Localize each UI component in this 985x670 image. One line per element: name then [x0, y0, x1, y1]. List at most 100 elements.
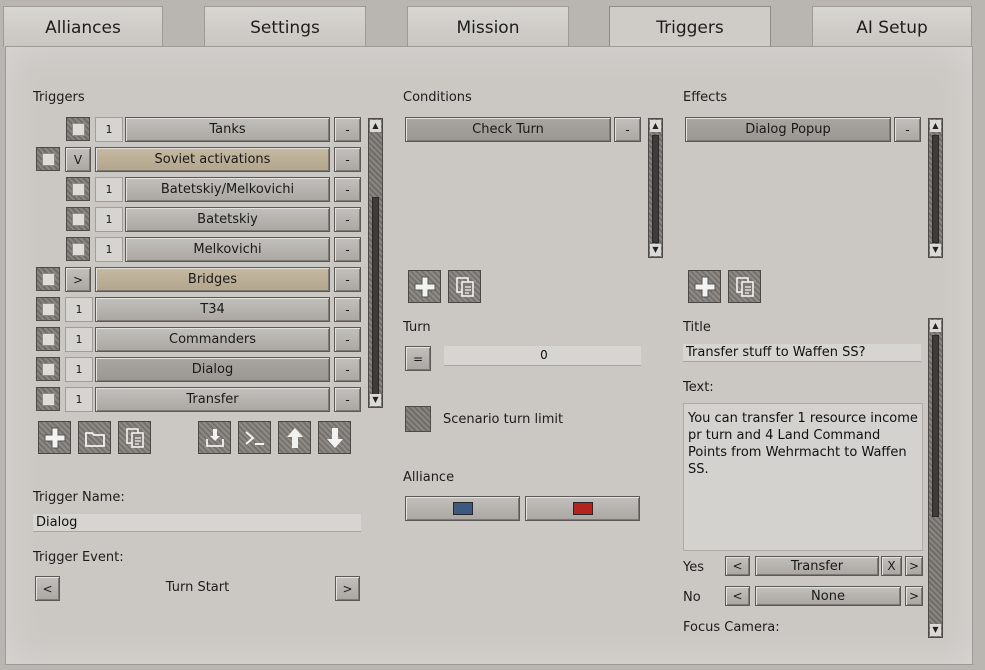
add-condition-button[interactable]	[408, 270, 441, 303]
scroll-down-icon[interactable]: ▼	[650, 244, 661, 256]
effect-details-scrollbar[interactable]: ▲ ▼	[928, 318, 943, 638]
remove-trigger-button[interactable]: -	[334, 177, 361, 202]
trigger-enable-checkbox[interactable]	[66, 117, 90, 141]
move-up-button[interactable]	[278, 421, 311, 454]
yes-prev-button[interactable]: <	[725, 556, 750, 576]
effects-header: Effects	[683, 90, 728, 105]
alliance-red-button[interactable]	[525, 496, 640, 521]
yes-value[interactable]: Transfer	[755, 556, 879, 576]
import-trigger-button[interactable]	[198, 421, 231, 454]
dialog-text-area[interactable]: You can transfer 1 resource income pr tu…	[683, 403, 923, 551]
remove-trigger-button[interactable]: -	[334, 147, 361, 172]
title-field[interactable]: Transfer stuff to Waffen SS?	[683, 344, 921, 362]
copy-icon	[735, 276, 754, 297]
trigger-item-label[interactable]: T34	[95, 297, 330, 322]
scroll-thumb[interactable]	[932, 335, 939, 517]
scroll-down-icon[interactable]: ▼	[930, 624, 941, 636]
scroll-thumb[interactable]	[372, 197, 379, 397]
remove-trigger-button[interactable]: -	[334, 117, 361, 142]
yes-next-button[interactable]: >	[905, 556, 923, 576]
trigger-list-scrollbar[interactable]: ▲ ▼	[368, 118, 383, 408]
trigger-repeat-count[interactable]: 1	[95, 237, 123, 262]
scroll-up-icon[interactable]: ▲	[930, 320, 941, 332]
trigger-item-label[interactable]: Batetskiy/Melkovichi	[125, 177, 330, 202]
trigger-group-toggle[interactable]: >	[65, 267, 91, 292]
add-folder-button[interactable]	[78, 421, 111, 454]
remove-condition-button[interactable]: -	[614, 117, 641, 142]
remove-trigger-button[interactable]: -	[334, 297, 361, 322]
trigger-event-next-button[interactable]: >	[335, 576, 360, 601]
yes-clear-button[interactable]: X	[881, 556, 902, 576]
copy-condition-button[interactable]	[448, 270, 481, 303]
scroll-up-icon[interactable]: ▲	[370, 120, 381, 132]
conditions-scrollbar[interactable]: ▲ ▼	[648, 118, 663, 258]
scroll-up-icon[interactable]: ▲	[930, 120, 941, 132]
effects-scrollbar[interactable]: ▲ ▼	[928, 118, 943, 258]
condition-item-check-turn[interactable]: Check Turn	[405, 117, 611, 142]
turn-operator-button[interactable]: =	[405, 346, 431, 371]
copy-icon	[455, 276, 474, 297]
trigger-repeat-count[interactable]: 1	[65, 357, 93, 382]
add-trigger-button[interactable]	[38, 421, 71, 454]
folder-icon	[84, 431, 105, 447]
trigger-enable-checkbox[interactable]	[66, 207, 90, 231]
copy-trigger-button[interactable]	[118, 421, 151, 454]
trigger-item-label[interactable]: Dialog	[95, 357, 330, 382]
scroll-down-icon[interactable]: ▼	[930, 244, 941, 256]
trigger-repeat-count[interactable]: 1	[95, 177, 123, 202]
trigger-enable-checkbox[interactable]	[36, 267, 60, 291]
trigger-repeat-count[interactable]: 1	[95, 207, 123, 232]
remove-trigger-button[interactable]: -	[334, 357, 361, 382]
remove-trigger-button[interactable]: -	[334, 327, 361, 352]
trigger-item-label[interactable]: Commanders	[95, 327, 330, 352]
trigger-enable-checkbox[interactable]	[66, 177, 90, 201]
move-down-button[interactable]	[318, 421, 351, 454]
trigger-item-label[interactable]: Transfer	[95, 387, 330, 412]
trigger-repeat-count[interactable]: 1	[65, 387, 93, 412]
trigger-item-label[interactable]: Melkovichi	[125, 237, 330, 262]
trigger-repeat-count[interactable]: 1	[95, 117, 123, 142]
trigger-item-label[interactable]: Tanks	[125, 117, 330, 142]
trigger-item-label[interactable]: Batetskiy	[125, 207, 330, 232]
add-effect-button[interactable]	[688, 270, 721, 303]
remove-effect-button[interactable]: -	[894, 117, 921, 142]
tab-mission[interactable]: Mission	[407, 6, 569, 47]
scroll-down-icon[interactable]: ▼	[370, 394, 381, 406]
turn-value-field[interactable]: 0	[444, 346, 641, 366]
trigger-group-toggle[interactable]: V	[65, 147, 91, 172]
alliance-blue-button[interactable]	[405, 496, 520, 521]
trigger-name-field[interactable]: Dialog	[33, 514, 361, 532]
tab-ai-setup[interactable]: AI Setup	[812, 6, 972, 47]
trigger-enable-checkbox[interactable]	[36, 357, 60, 381]
arrow-down-icon	[326, 427, 343, 448]
trigger-enable-checkbox[interactable]	[36, 297, 60, 321]
no-value[interactable]: None	[755, 586, 901, 606]
scroll-thumb[interactable]	[652, 135, 659, 243]
trigger-enable-checkbox[interactable]	[36, 327, 60, 351]
remove-trigger-button[interactable]: -	[334, 267, 361, 292]
tab-settings[interactable]: Settings	[204, 6, 366, 47]
trigger-repeat-count[interactable]: 1	[65, 327, 93, 352]
no-next-button[interactable]: >	[905, 586, 923, 606]
tab-alliances[interactable]: Alliances	[3, 6, 163, 47]
tab-triggers[interactable]: Triggers	[609, 6, 771, 51]
scroll-up-icon[interactable]: ▲	[650, 120, 661, 132]
no-prev-button[interactable]: <	[725, 586, 750, 606]
scenario-turn-limit-checkbox[interactable]	[405, 406, 431, 432]
trigger-enable-checkbox[interactable]	[66, 237, 90, 261]
trigger-event-prev-button[interactable]: <	[35, 576, 60, 601]
trigger-enable-checkbox[interactable]	[36, 147, 60, 171]
plus-icon	[694, 276, 715, 297]
remove-trigger-button[interactable]: -	[334, 387, 361, 412]
remove-trigger-button[interactable]: -	[334, 207, 361, 232]
trigger-enable-checkbox[interactable]	[36, 387, 60, 411]
script-trigger-button[interactable]	[238, 421, 271, 454]
remove-trigger-button[interactable]: -	[334, 237, 361, 262]
effect-item-dialog-popup[interactable]: Dialog Popup	[685, 117, 891, 142]
scroll-thumb[interactable]	[932, 135, 939, 243]
trigger-repeat-count[interactable]: 1	[65, 297, 93, 322]
trigger-item-label[interactable]: Bridges	[95, 267, 330, 292]
scenario-turn-limit-label: Scenario turn limit	[443, 412, 564, 427]
trigger-item-label[interactable]: Soviet activations	[95, 147, 330, 172]
copy-effect-button[interactable]	[728, 270, 761, 303]
